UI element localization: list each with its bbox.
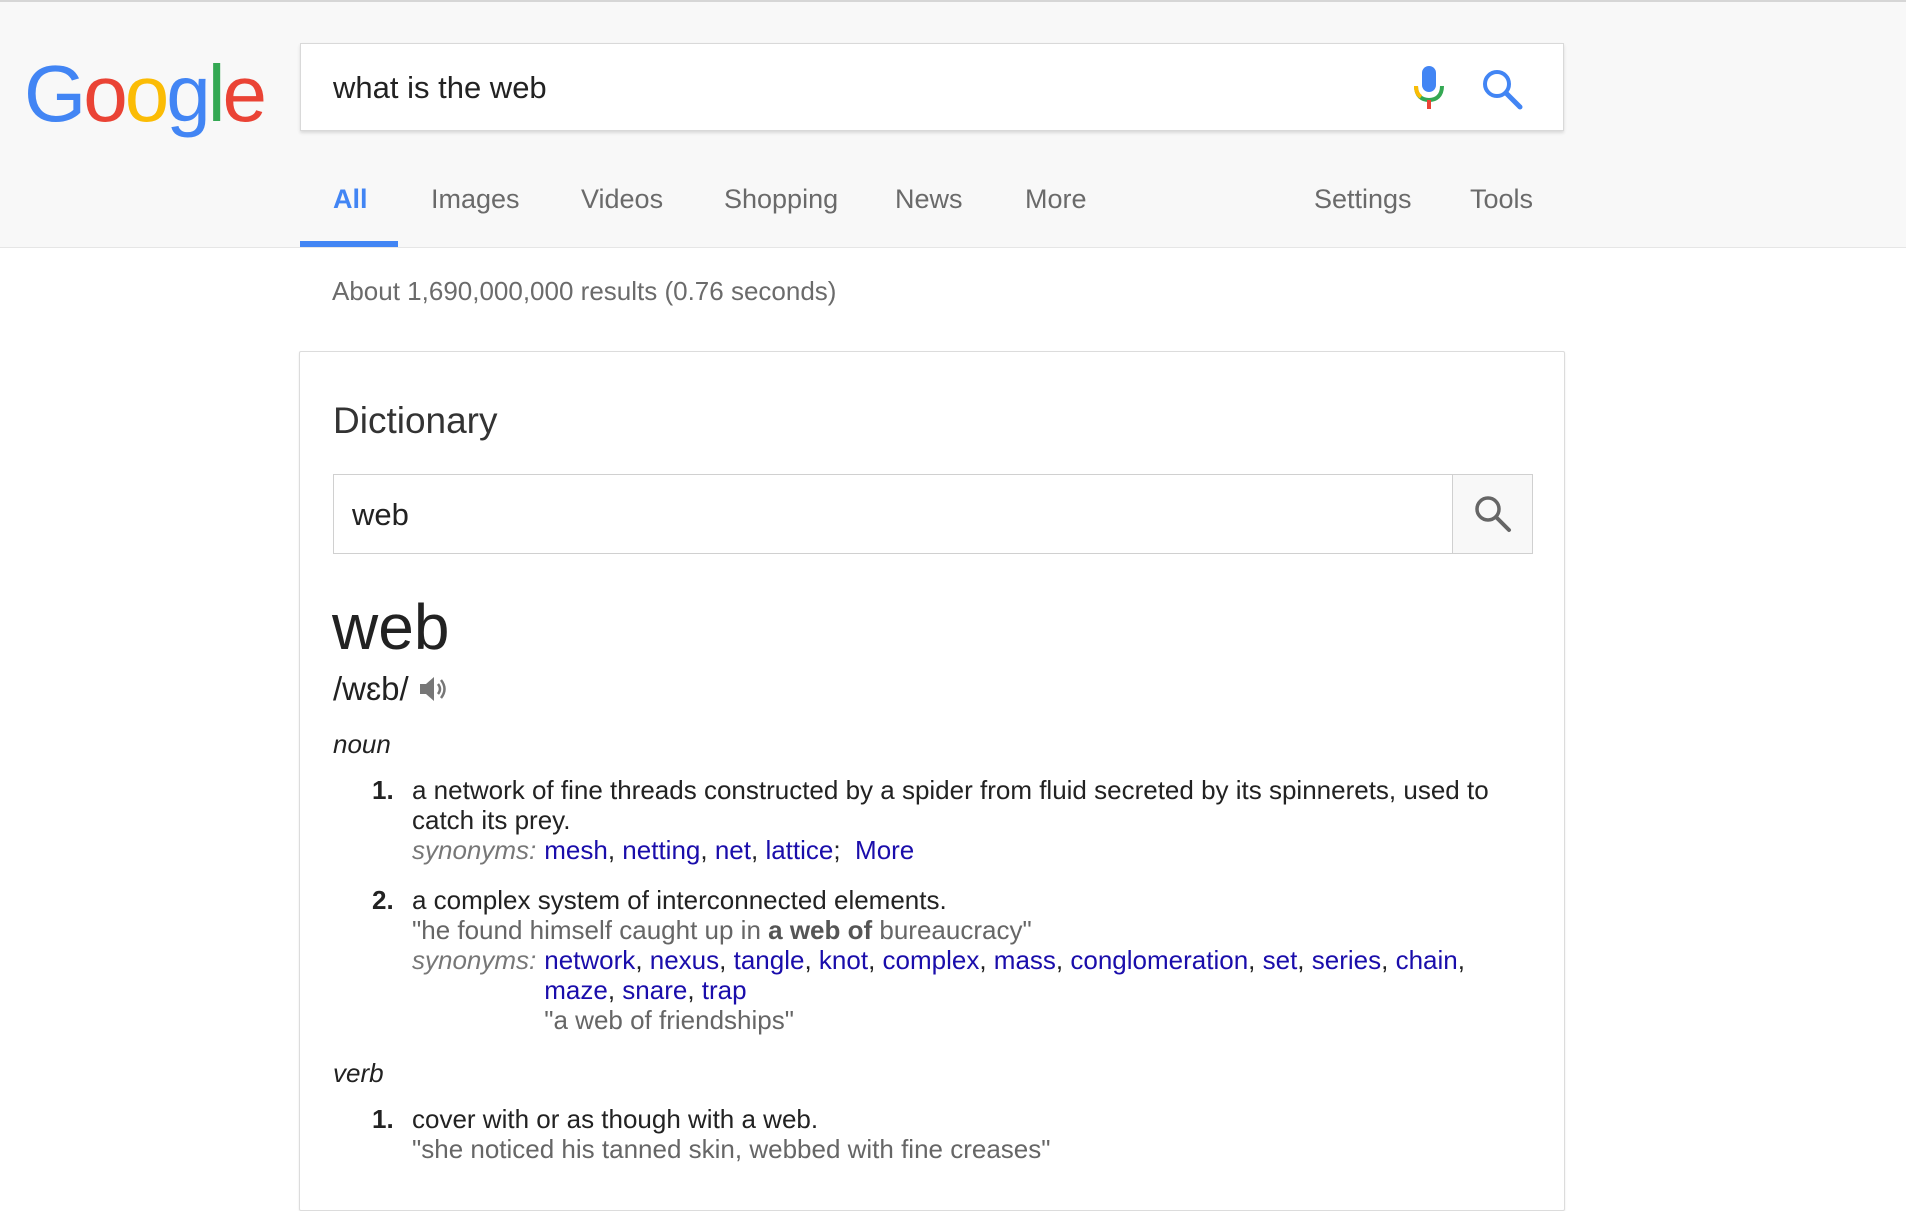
tab-videos[interactable]: Videos bbox=[581, 184, 663, 215]
synonym-link[interactable]: net bbox=[715, 835, 751, 865]
phonetic-text: /wɛb/ bbox=[333, 670, 409, 707]
synonym-link[interactable]: maze bbox=[544, 975, 608, 1005]
logo-letter: o bbox=[124, 49, 169, 138]
mic-icon[interactable] bbox=[1409, 64, 1449, 112]
synonym-link[interactable]: conglomeration bbox=[1070, 945, 1248, 975]
tab-tools[interactable]: Tools bbox=[1470, 184, 1533, 215]
synonyms-list: network, nexus, tangle, knot, complex, m… bbox=[544, 945, 1484, 1035]
noun-sense-2: 2. a complex system of interconnected el… bbox=[372, 885, 1522, 1035]
sense-number: 2. bbox=[372, 885, 394, 915]
synonym-link[interactable]: knot bbox=[819, 945, 868, 975]
dictionary-title: Dictionary bbox=[333, 400, 498, 441]
synonym-link[interactable]: network bbox=[544, 945, 635, 975]
sense-number: 1. bbox=[372, 775, 394, 805]
tab-settings[interactable]: Settings bbox=[1314, 184, 1412, 215]
dictionary-card: Dictionary web /wɛb/ noun 1. a network o… bbox=[299, 351, 1565, 1211]
part-of-speech-noun: noun bbox=[333, 729, 391, 759]
verb-sense-1: 1. cover with or as though with a web. "… bbox=[372, 1104, 1522, 1164]
search-input[interactable] bbox=[331, 64, 1335, 112]
search-icon[interactable] bbox=[1481, 68, 1523, 110]
synonym-link[interactable]: set bbox=[1263, 945, 1298, 975]
noun-sense-1: 1. a network of fine threads constructed… bbox=[372, 775, 1522, 865]
tab-news[interactable]: News bbox=[895, 184, 963, 215]
definition: a network of fine threads constructed by… bbox=[412, 775, 1489, 835]
definition: cover with or as though with a web. bbox=[412, 1104, 819, 1134]
sense-body: cover with or as though with a web. "she… bbox=[412, 1104, 1512, 1164]
logo-letter: g bbox=[166, 49, 210, 138]
synonyms-list: mesh, netting, net, lattice; More bbox=[544, 835, 915, 865]
search-tabs: All Images Videos Shopping News More Set… bbox=[300, 166, 1600, 248]
synonym-link[interactable]: lattice bbox=[765, 835, 833, 865]
search-icon bbox=[1475, 496, 1511, 532]
tab-more[interactable]: More bbox=[1025, 184, 1087, 215]
synonym-link[interactable]: series bbox=[1312, 945, 1381, 975]
synonym-link[interactable]: mesh bbox=[544, 835, 608, 865]
tab-shopping[interactable]: Shopping bbox=[724, 184, 838, 215]
synonym-link[interactable]: mass bbox=[994, 945, 1056, 975]
search-header: G o o g l e All Images Videos Shopping N… bbox=[0, 2, 1906, 248]
part-of-speech-verb: verb bbox=[333, 1058, 384, 1088]
definition: a complex system of interconnected eleme… bbox=[412, 885, 947, 915]
example-text: "he found himself caught up in bbox=[412, 915, 769, 945]
sense-number: 1. bbox=[372, 1104, 394, 1134]
synonym-link[interactable]: chain bbox=[1396, 945, 1458, 975]
synonym-link[interactable]: netting bbox=[622, 835, 700, 865]
search-box bbox=[300, 43, 1564, 131]
example-highlight: a web of bbox=[768, 915, 873, 945]
google-logo[interactable]: G o o g l e bbox=[24, 44, 267, 144]
synonym-link[interactable]: complex bbox=[883, 945, 980, 975]
example-text: bureaucracy" bbox=[872, 915, 1032, 945]
synonyms-row: synonyms: mesh, netting, net, lattice; M… bbox=[412, 835, 1512, 865]
sense-body: a network of fine threads constructed by… bbox=[412, 775, 1512, 865]
results-stats: About 1,690,000,000 results (0.76 second… bbox=[332, 276, 837, 306]
usage-example: "she noticed his tanned skin, webbed wit… bbox=[412, 1134, 1051, 1164]
dictionary-search-button[interactable] bbox=[1452, 475, 1532, 553]
more-synonyms-link[interactable]: More bbox=[855, 835, 914, 865]
tab-all[interactable]: All bbox=[333, 184, 368, 215]
dictionary-search-input[interactable] bbox=[350, 491, 1354, 539]
logo-letter: o bbox=[83, 49, 127, 138]
speaker-icon[interactable] bbox=[417, 673, 451, 705]
synonym-link[interactable]: nexus bbox=[650, 945, 719, 975]
synonyms-label: synonyms: bbox=[412, 835, 537, 865]
synonym-link[interactable]: tangle bbox=[734, 945, 805, 975]
usage-example: "he found himself caught up in a web of … bbox=[412, 915, 1512, 945]
headword: web bbox=[332, 591, 450, 663]
logo-letter: G bbox=[24, 49, 86, 138]
pronunciation: /wɛb/ bbox=[333, 670, 451, 708]
tab-images[interactable]: Images bbox=[431, 184, 520, 215]
sense-body: a complex system of interconnected eleme… bbox=[412, 885, 1512, 1035]
synonym-example: "a web of friendships" bbox=[544, 1005, 794, 1035]
logo-letter: e bbox=[222, 49, 267, 138]
logo-letter: l bbox=[207, 49, 226, 138]
dictionary-search bbox=[333, 474, 1533, 554]
synonym-link[interactable]: snare bbox=[622, 975, 687, 1005]
synonyms-row: synonyms: network, nexus, tangle, knot, … bbox=[412, 945, 1512, 1035]
synonyms-label: synonyms: bbox=[412, 945, 537, 975]
active-tab-indicator bbox=[300, 241, 398, 247]
synonym-link[interactable]: trap bbox=[702, 975, 747, 1005]
